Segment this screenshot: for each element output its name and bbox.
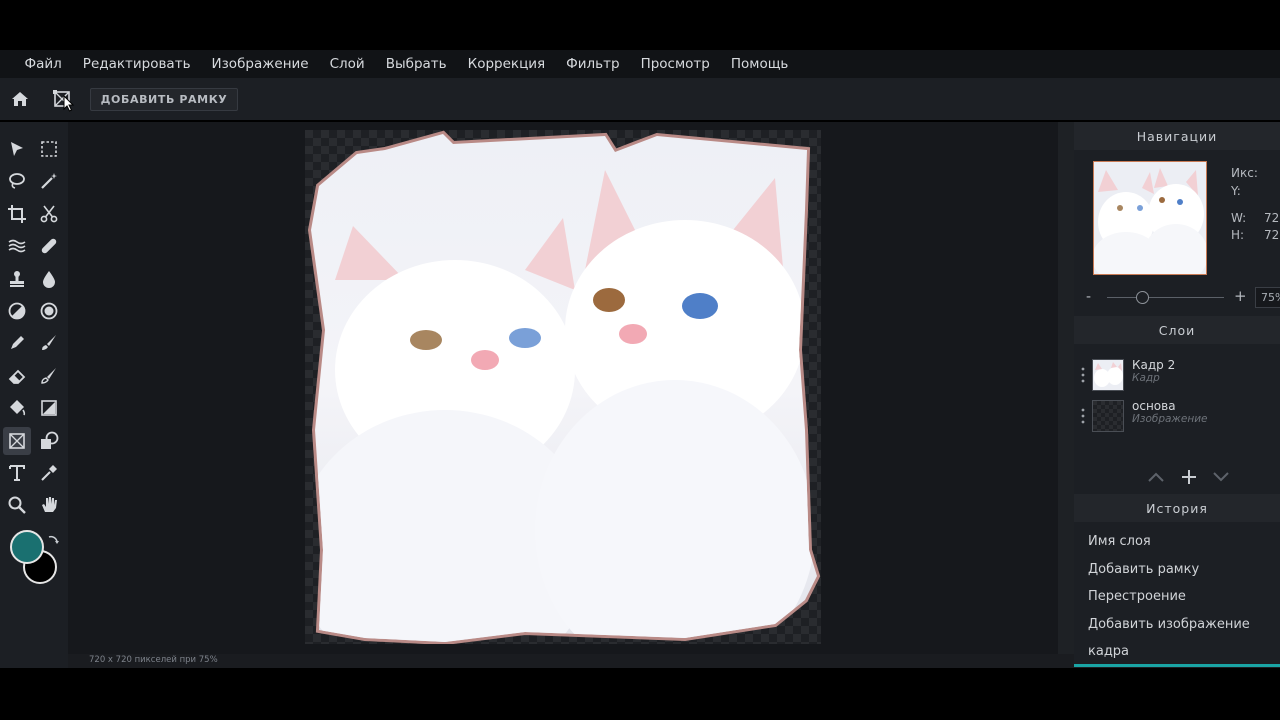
layer-name: Кадр 2 <box>1132 358 1176 372</box>
navigation-thumbnail[interactable] <box>1093 161 1207 275</box>
menu-file[interactable]: Файл <box>14 50 72 78</box>
select-arrow-icon[interactable] <box>3 135 31 163</box>
brush-icon[interactable] <box>35 329 63 357</box>
nav-h-label: H: <box>1231 228 1245 242</box>
zoom-in-button[interactable]: + <box>1234 287 1247 305</box>
add-frame-button[interactable]: ДОБАВИТЬ РАМКУ <box>90 88 238 111</box>
crop-icon[interactable] <box>3 200 31 228</box>
menu-adjust[interactable]: Коррекция <box>457 50 556 78</box>
history-active-indicator <box>1074 664 1280 667</box>
menu-help[interactable]: Помощь <box>720 50 799 78</box>
drag-handle-icon[interactable] <box>1081 407 1085 425</box>
menu-layer[interactable]: Слой <box>319 50 375 78</box>
eraser-icon[interactable] <box>3 362 31 390</box>
navigation-title: Навигации <box>1074 122 1280 150</box>
eyedropper-icon[interactable] <box>35 459 63 487</box>
menu-filter[interactable]: Фильтр <box>556 50 630 78</box>
replace-color-icon[interactable] <box>35 362 63 390</box>
nav-w-value: 72 <box>1264 211 1280 225</box>
pencil-icon[interactable] <box>3 329 31 357</box>
scissors-icon[interactable] <box>35 200 63 228</box>
layer-thumbnail <box>1092 400 1124 432</box>
history-item[interactable]: Добавить рамку <box>1088 562 1199 577</box>
history-title: История <box>1074 494 1280 522</box>
document-canvas[interactable] <box>305 130 821 646</box>
editor-window: Файл Редактировать Изображение Слой Выбр… <box>0 0 1280 720</box>
magic-wand-icon[interactable] <box>35 167 63 195</box>
history-item[interactable]: Добавить изображение <box>1088 617 1250 632</box>
bucket-icon[interactable] <box>3 394 31 422</box>
zoom-value-field[interactable]: 75% <box>1255 287 1280 308</box>
nav-y-label: Y: <box>1231 184 1241 198</box>
drop-icon[interactable] <box>35 265 63 293</box>
drag-handle-icon[interactable] <box>1081 366 1085 384</box>
add-layer-icon[interactable] <box>1179 467 1199 487</box>
nav-w-label: W: <box>1231 211 1247 225</box>
layer-type: Кадр <box>1132 372 1160 384</box>
liquify-icon[interactable] <box>3 232 31 260</box>
dodge-icon[interactable] <box>3 297 31 325</box>
layers-title: Слои <box>1074 316 1280 344</box>
mouse-cursor-icon <box>62 94 76 114</box>
menu-bar: Файл Редактировать Изображение Слой Выбр… <box>0 50 1280 78</box>
menu-select[interactable]: Выбрать <box>375 50 457 78</box>
layer-name: основа <box>1132 399 1176 413</box>
foreground-color-swatch[interactable] <box>10 530 44 564</box>
stamp-icon[interactable] <box>3 265 31 293</box>
text-icon[interactable] <box>3 459 31 487</box>
hand-icon[interactable] <box>35 491 63 519</box>
marquee-icon[interactable] <box>35 135 63 163</box>
layer-type: Изображение <box>1132 413 1208 425</box>
menu-edit[interactable]: Редактировать <box>72 50 201 78</box>
zoom-slider-handle[interactable] <box>1136 291 1149 304</box>
menu-view[interactable]: Просмотр <box>630 50 720 78</box>
frame-tool-icon[interactable] <box>3 426 31 455</box>
home-icon[interactable] <box>8 87 32 111</box>
zoom-out-button[interactable]: - <box>1086 289 1091 305</box>
zoom-icon[interactable] <box>3 491 31 519</box>
history-item[interactable]: Перестроение <box>1088 589 1186 604</box>
sponge-icon[interactable] <box>35 297 63 325</box>
zoom-slider-track[interactable] <box>1107 297 1224 298</box>
gradient-icon[interactable] <box>35 394 63 422</box>
move-layer-up-icon[interactable] <box>1146 467 1166 487</box>
status-bar <box>68 654 1074 668</box>
vertical-scrollbar[interactable] <box>1058 122 1074 654</box>
status-text: 720 x 720 пикселей при 75% <box>89 655 218 665</box>
healing-icon[interactable] <box>35 232 63 260</box>
move-layer-down-icon[interactable] <box>1211 467 1231 487</box>
layer-row[interactable]: основа Изображение <box>1078 398 1278 436</box>
layer-thumbnail <box>1092 359 1124 391</box>
history-item[interactable]: кадра <box>1088 644 1129 659</box>
lasso-icon[interactable] <box>3 167 31 195</box>
shape-icon[interactable] <box>35 427 63 455</box>
history-item[interactable]: Имя слоя <box>1088 534 1151 549</box>
frame-image <box>307 130 821 646</box>
layer-row[interactable]: Кадр 2 Кадр <box>1078 357 1278 395</box>
menu-image[interactable]: Изображение <box>201 50 319 78</box>
swap-colors-icon[interactable] <box>46 532 60 546</box>
nav-x-label: Икс: <box>1231 166 1258 180</box>
nav-h-value: 72 <box>1264 228 1280 242</box>
